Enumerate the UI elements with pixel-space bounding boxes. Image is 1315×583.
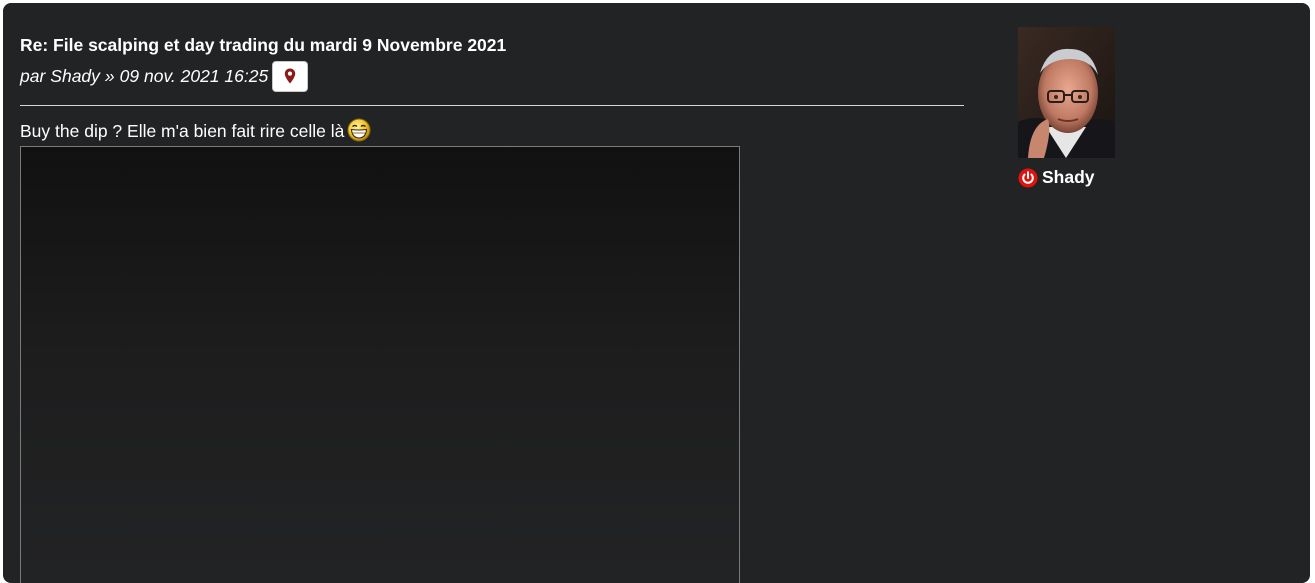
post-datetime: 09 nov. 2021 16:25 — [119, 65, 269, 86]
byline-separator: » — [104, 65, 115, 86]
title-divider — [20, 105, 964, 106]
author-line: par Shady » 09 nov. 2021 16:25 — [20, 60, 964, 92]
avatar[interactable] — [1018, 27, 1115, 158]
attached-image[interactable] — [20, 146, 740, 583]
view-post-button[interactable] — [272, 60, 309, 92]
byline-prefix: par — [20, 65, 46, 86]
post-body: Re: File scalping et day trading du mard… — [20, 34, 964, 583]
post-content: Buy the dip ? Elle m'a bien fait rire ce… — [20, 118, 964, 149]
laughing-smiley-icon — [347, 118, 371, 149]
power-offline-icon — [1018, 168, 1038, 187]
map-pin-icon — [285, 68, 296, 84]
post-container: Re: File scalping et day trading du mard… — [3, 3, 1310, 583]
username-link[interactable]: Shady — [1042, 167, 1095, 188]
author-link[interactable]: Shady — [50, 66, 100, 87]
post-text: Buy the dip ? Elle m'a bien fait rire ce… — [20, 121, 345, 141]
username-row: Shady — [1018, 167, 1095, 188]
post-title[interactable]: Re: File scalping et day trading du mard… — [20, 34, 964, 56]
